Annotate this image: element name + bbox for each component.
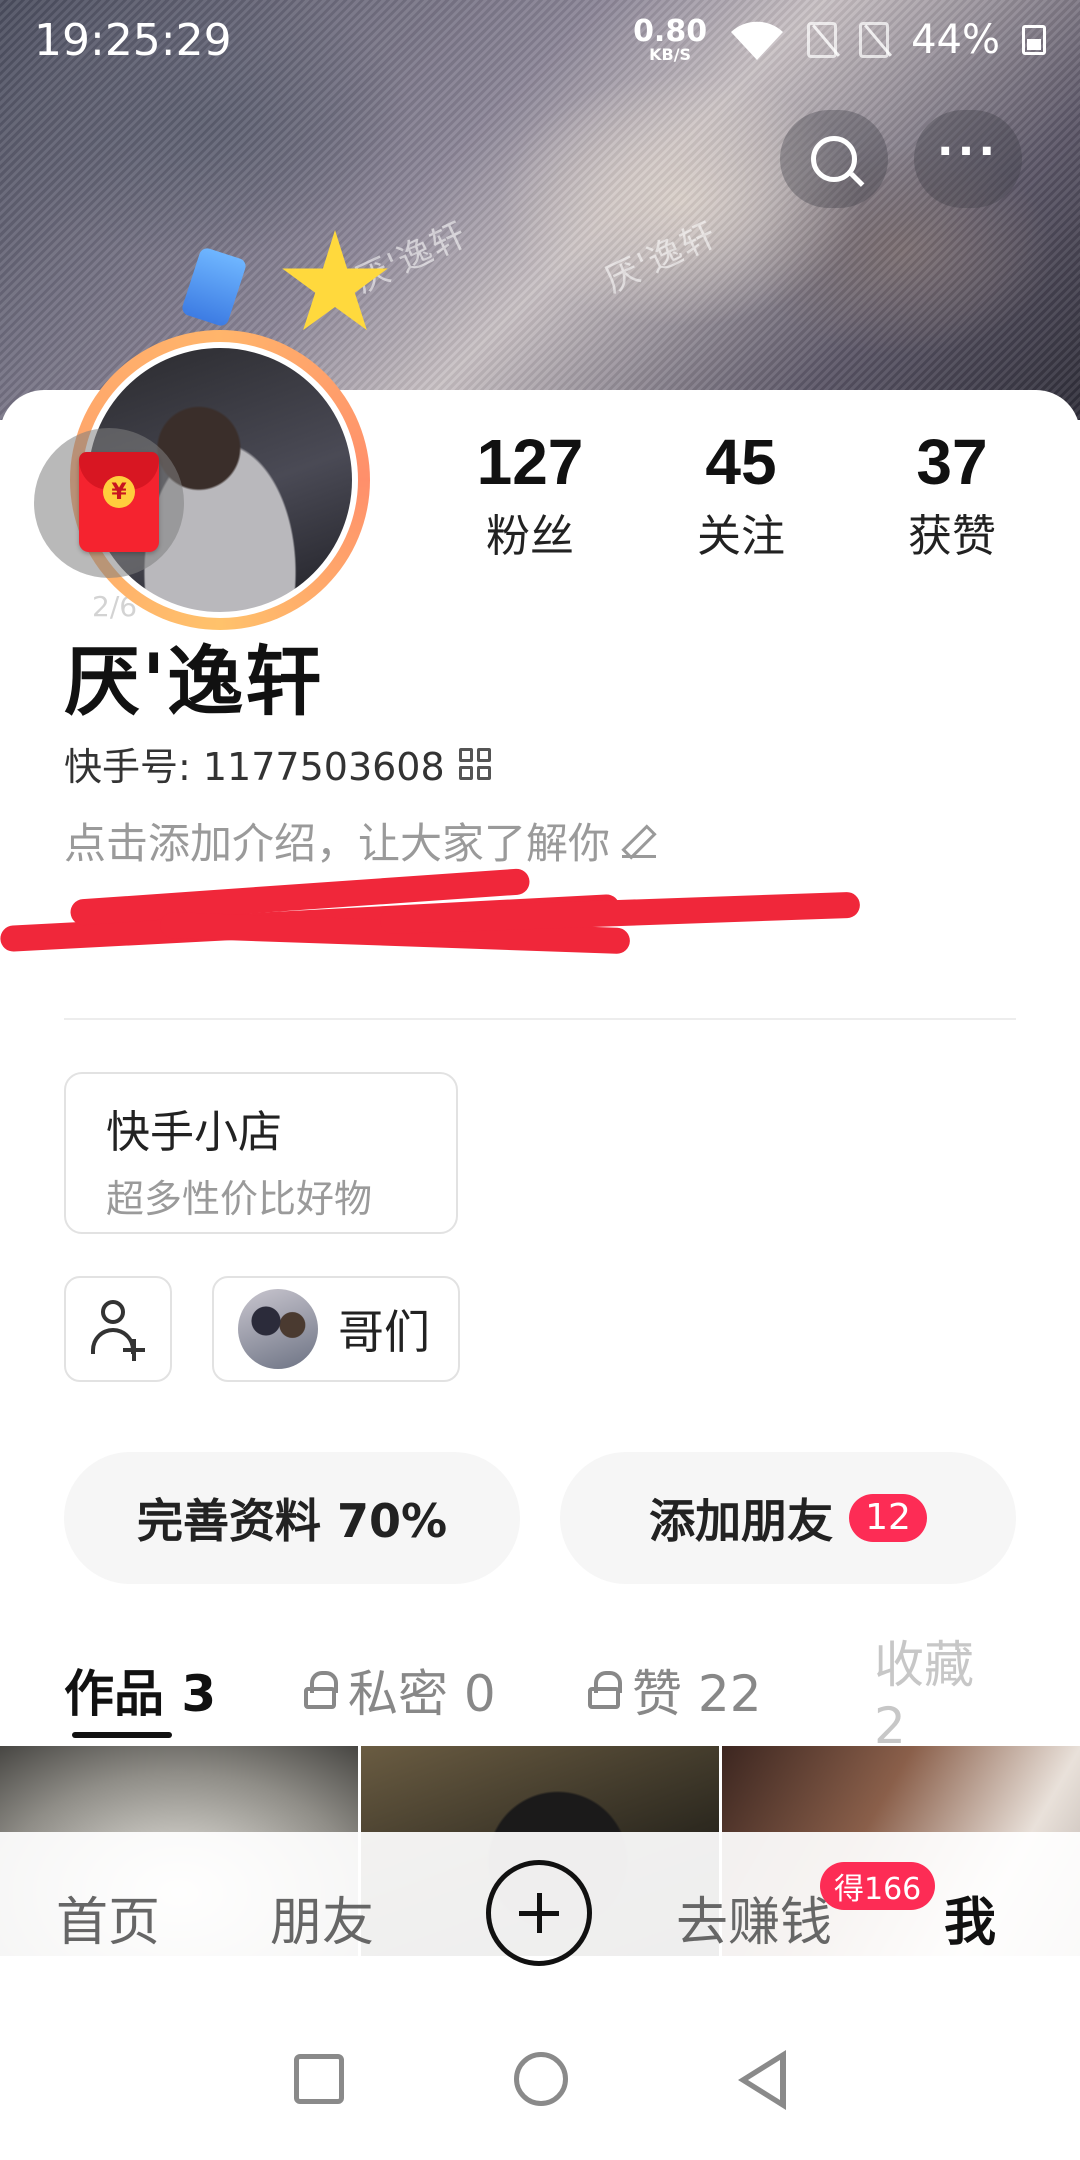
add-friends-button[interactable]: 添加朋友 12 [560, 1452, 1016, 1584]
person-add-icon [91, 1300, 145, 1361]
complete-profile-label: 完善资料 70% [136, 1494, 448, 1548]
system-navigation-bar [0, 1992, 1080, 2160]
no-sim-icon [807, 22, 838, 58]
redaction-scribble [0, 862, 861, 972]
recents-icon[interactable] [294, 2054, 344, 2104]
avatar-container[interactable]: ¥ [34, 230, 390, 630]
tab-works[interactable]: 作品 3 [64, 1654, 216, 1726]
tab-favorites-label: 收藏 2 [874, 1636, 974, 1755]
network-speed: 0.80 KB/S [633, 17, 707, 63]
more-icon: ··· [936, 126, 1000, 177]
active-tab-indicator [72, 1732, 172, 1738]
tab-favorites[interactable]: 收藏 2 [874, 1625, 1016, 1755]
status-indicators: 0.80 KB/S 44% [633, 17, 1046, 63]
likes-label: 获赞 [908, 511, 996, 562]
tab-liked[interactable]: 赞 22 [588, 1654, 762, 1726]
likes-count: 37 [916, 426, 988, 498]
nav-earn[interactable]: 去赚钱 [676, 1880, 832, 1955]
add-friends-badge: 12 [849, 1494, 927, 1542]
status-bar: 19:25:29 0.80 KB/S 44% [0, 0, 1080, 80]
earn-badge: 得166 [820, 1862, 936, 1910]
lock-icon [588, 1671, 622, 1709]
more-button[interactable]: ··· [914, 110, 1022, 208]
profile-name: 厌'逸轩 [64, 637, 324, 726]
fans-stat[interactable]: 127 粉丝 [440, 430, 620, 564]
complete-profile-button[interactable]: 完善资料 70% [64, 1452, 520, 1584]
content-tabs: 作品 3 私密 0 赞 22 收藏 2 [64, 1636, 1016, 1755]
back-icon[interactable] [738, 2050, 786, 2110]
lock-icon [304, 1671, 338, 1709]
divider [64, 1018, 1016, 1020]
tab-works-label: 作品 3 [64, 1665, 217, 1723]
nav-friends[interactable]: 朋友 [270, 1880, 374, 1955]
qr-code-icon[interactable] [458, 747, 491, 780]
wifi-icon [731, 21, 784, 60]
add-friends-label: 添加朋友 [649, 1494, 834, 1548]
battery-icon [1022, 25, 1046, 55]
fans-label: 粉丝 [486, 511, 574, 562]
card-decoration-icon [180, 246, 248, 328]
group-avatar [238, 1289, 318, 1369]
nav-home[interactable]: 首页 [56, 1880, 160, 1955]
shop-title: 快手小店 [106, 1107, 282, 1158]
yuan-coin-icon: ¥ [103, 476, 135, 508]
following-count: 45 [705, 426, 777, 498]
top-actions: ··· [780, 110, 1022, 208]
red-packet-icon: ¥ [79, 452, 159, 552]
shop-subtitle: 超多性价比好物 [106, 1177, 373, 1221]
home-icon[interactable] [514, 2052, 568, 2106]
likes-stat[interactable]: 37 获赞 [862, 430, 1042, 564]
kuaishou-id-row[interactable]: 快手号: 1177503608 [64, 736, 491, 791]
kuaishou-id: 快手号: 1177503608 [64, 745, 445, 789]
group-name: 哥们 [338, 1305, 430, 1359]
tab-private-label: 私密 0 [348, 1665, 496, 1723]
kuaishou-shop-card[interactable]: 快手小店 超多性价比好物 [64, 1072, 458, 1234]
profile-stats: 127 粉丝 45 关注 37 获赞 [440, 430, 1050, 564]
no-sim-icon [859, 22, 890, 58]
battery-percentage: 44% [911, 17, 1000, 63]
following-label: 关注 [697, 511, 785, 562]
edit-pencil-icon [622, 824, 657, 858]
fans-count: 127 [476, 426, 584, 498]
search-button[interactable] [780, 110, 888, 208]
add-friend-button[interactable] [64, 1276, 172, 1382]
star-decoration-icon [282, 230, 388, 331]
group-chip[interactable]: 哥们 [212, 1276, 460, 1382]
create-plus-button[interactable] [486, 1860, 592, 1966]
nav-me[interactable]: 我 [944, 1880, 996, 1955]
red-packet-button[interactable]: ¥ [34, 428, 184, 578]
cover-watermark: 厌'逸轩 [598, 214, 724, 302]
bottom-navigation: 首页 朋友 去赚钱 得166 我 [0, 1832, 1080, 1992]
network-speed-value: 0.80 [633, 14, 708, 49]
tab-liked-label: 赞 22 [632, 1665, 762, 1723]
following-stat[interactable]: 45 关注 [651, 430, 831, 564]
network-speed-unit: KB/S [649, 45, 692, 64]
search-icon [811, 136, 857, 182]
tab-private[interactable]: 私密 0 [304, 1654, 496, 1726]
status-time: 19:25:29 [34, 14, 232, 66]
